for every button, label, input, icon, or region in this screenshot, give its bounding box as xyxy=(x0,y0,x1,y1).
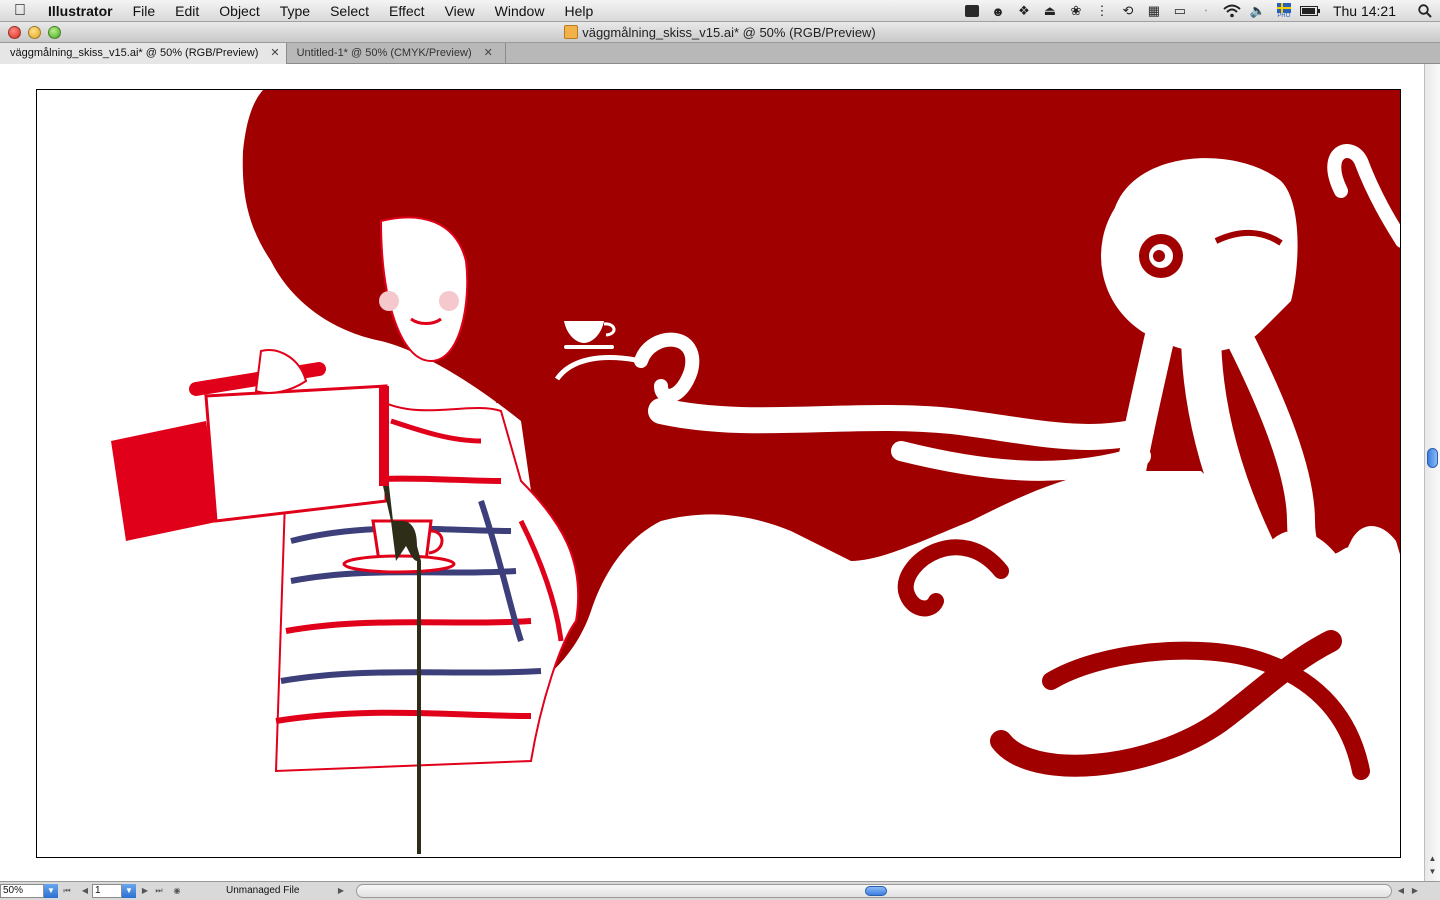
menu-bar:  Illustrator File Edit Object Type Sele… xyxy=(0,0,1440,22)
menu-effect[interactable]: Effect xyxy=(379,0,435,22)
wifi-icon[interactable] xyxy=(1219,0,1245,22)
ai-document-icon xyxy=(564,25,579,39)
menu-help[interactable]: Help xyxy=(554,0,603,22)
first-artboard-icon[interactable]: ⏮ xyxy=(62,885,72,897)
artboard-dropdown-icon[interactable]: ▼ xyxy=(122,884,136,898)
window-title-text: väggmålning_skiss_v15.ai* @ 50% (RGB/Pre… xyxy=(582,25,876,40)
app-menu[interactable]: Illustrator xyxy=(40,3,123,19)
artwork[interactable] xyxy=(37,90,1401,858)
version-cue-icon[interactable]: ◉ xyxy=(172,885,182,897)
menubar-clock[interactable]: Thu 14:21 xyxy=(1323,3,1410,19)
scroll-right-icon[interactable]: ▶ xyxy=(1410,885,1420,897)
bluetooth-icon[interactable]: ᛫ xyxy=(1193,0,1219,22)
next-artboard-icon[interactable]: ▶ xyxy=(140,885,150,897)
input-flag-icon[interactable]: PRO xyxy=(1271,0,1297,22)
menu-view[interactable]: View xyxy=(435,0,485,22)
menu-window[interactable]: Window xyxy=(485,0,555,22)
battery-icon[interactable] xyxy=(1297,0,1323,22)
artboard-number-field[interactable]: 1 xyxy=(92,884,122,898)
window-title: väggmålning_skiss_v15.ai* @ 50% (RGB/Pre… xyxy=(0,22,1440,43)
eject-icon[interactable]: ⏏ xyxy=(1037,0,1063,22)
scroll-left-icon[interactable]: ◀ xyxy=(1396,885,1406,897)
artboard[interactable] xyxy=(36,89,1401,858)
menu-object[interactable]: Object xyxy=(209,0,269,22)
menu-select[interactable]: Select xyxy=(320,0,379,22)
window-titlebar: väggmålning_skiss_v15.ai* @ 50% (RGB/Pre… xyxy=(0,22,1440,43)
document-tab-bar: väggmålning_skiss_v15.ai* @ 50% (RGB/Pre… xyxy=(0,43,1440,64)
apple-menu-icon[interactable]:  xyxy=(0,2,40,20)
close-tab-icon[interactable]: ✕ xyxy=(484,43,493,64)
robot-icon[interactable]: ☻ xyxy=(985,0,1011,22)
spaces-icon[interactable]: ▦ xyxy=(1141,0,1167,22)
last-artboard-icon[interactable]: ⏭ xyxy=(154,885,164,897)
status-menu-arrow-icon[interactable]: ▶ xyxy=(336,885,346,897)
status-menus: ☻ ❖ ⏏ ❀ ⋮ ⟲ ▦ ▭ ᛫ 🔈 PRO Thu 14:21 xyxy=(959,0,1440,22)
previous-artboard-icon[interactable]: ◀ xyxy=(80,885,90,897)
tab-document-2[interactable]: Untitled-1* @ 50% (CMYK/Preview) ✕ xyxy=(287,43,506,64)
separator-icon: ⋮ xyxy=(1095,3,1109,18)
paw-icon[interactable]: ❀ xyxy=(1063,0,1089,22)
menu-file[interactable]: File xyxy=(123,0,166,22)
menu-type[interactable]: Type xyxy=(270,0,320,22)
horizontal-scrollbar[interactable] xyxy=(356,884,1392,898)
menu-edit[interactable]: Edit xyxy=(165,0,209,22)
display-icon[interactable]: ▭ xyxy=(1167,0,1193,22)
vertical-scroll-thumb[interactable] xyxy=(1427,448,1438,468)
tab-label: väggmålning_skiss_v15.ai* @ 50% (RGB/Pre… xyxy=(10,47,259,59)
document-canvas[interactable] xyxy=(0,64,1424,881)
spotlight-icon[interactable] xyxy=(1410,0,1440,22)
zoom-dropdown-icon[interactable]: ▼ xyxy=(44,884,58,898)
volume-icon[interactable]: 🔈 xyxy=(1245,0,1271,22)
close-tab-icon[interactable]: ✕ xyxy=(270,43,279,64)
scroll-down-icon[interactable]: ▼ xyxy=(1425,867,1440,879)
dropbox-icon[interactable]: ❖ xyxy=(1011,0,1037,22)
horizontal-scroll-thumb[interactable] xyxy=(865,886,887,896)
storage-icon[interactable] xyxy=(959,0,985,22)
zoom-field[interactable]: 50% xyxy=(0,884,44,898)
file-status-label[interactable]: Unmanaged File xyxy=(226,885,299,897)
tab-label: Untitled-1* @ 50% (CMYK/Preview) xyxy=(296,47,472,59)
input-badge: PRO xyxy=(1277,12,1291,19)
tab-document-1[interactable]: väggmålning_skiss_v15.ai* @ 50% (RGB/Pre… xyxy=(0,43,287,64)
vertical-scrollbar[interactable]: ▲ ▼ xyxy=(1424,64,1440,881)
time-machine-icon[interactable]: ⟲ xyxy=(1115,0,1141,22)
scroll-up-icon[interactable]: ▲ xyxy=(1425,854,1440,866)
status-bar: 50% ▼ ⏮ ◀ 1 ▼ ▶ ⏭ ◉ Unmanaged File ▶ ◀ ▶ xyxy=(0,881,1440,900)
